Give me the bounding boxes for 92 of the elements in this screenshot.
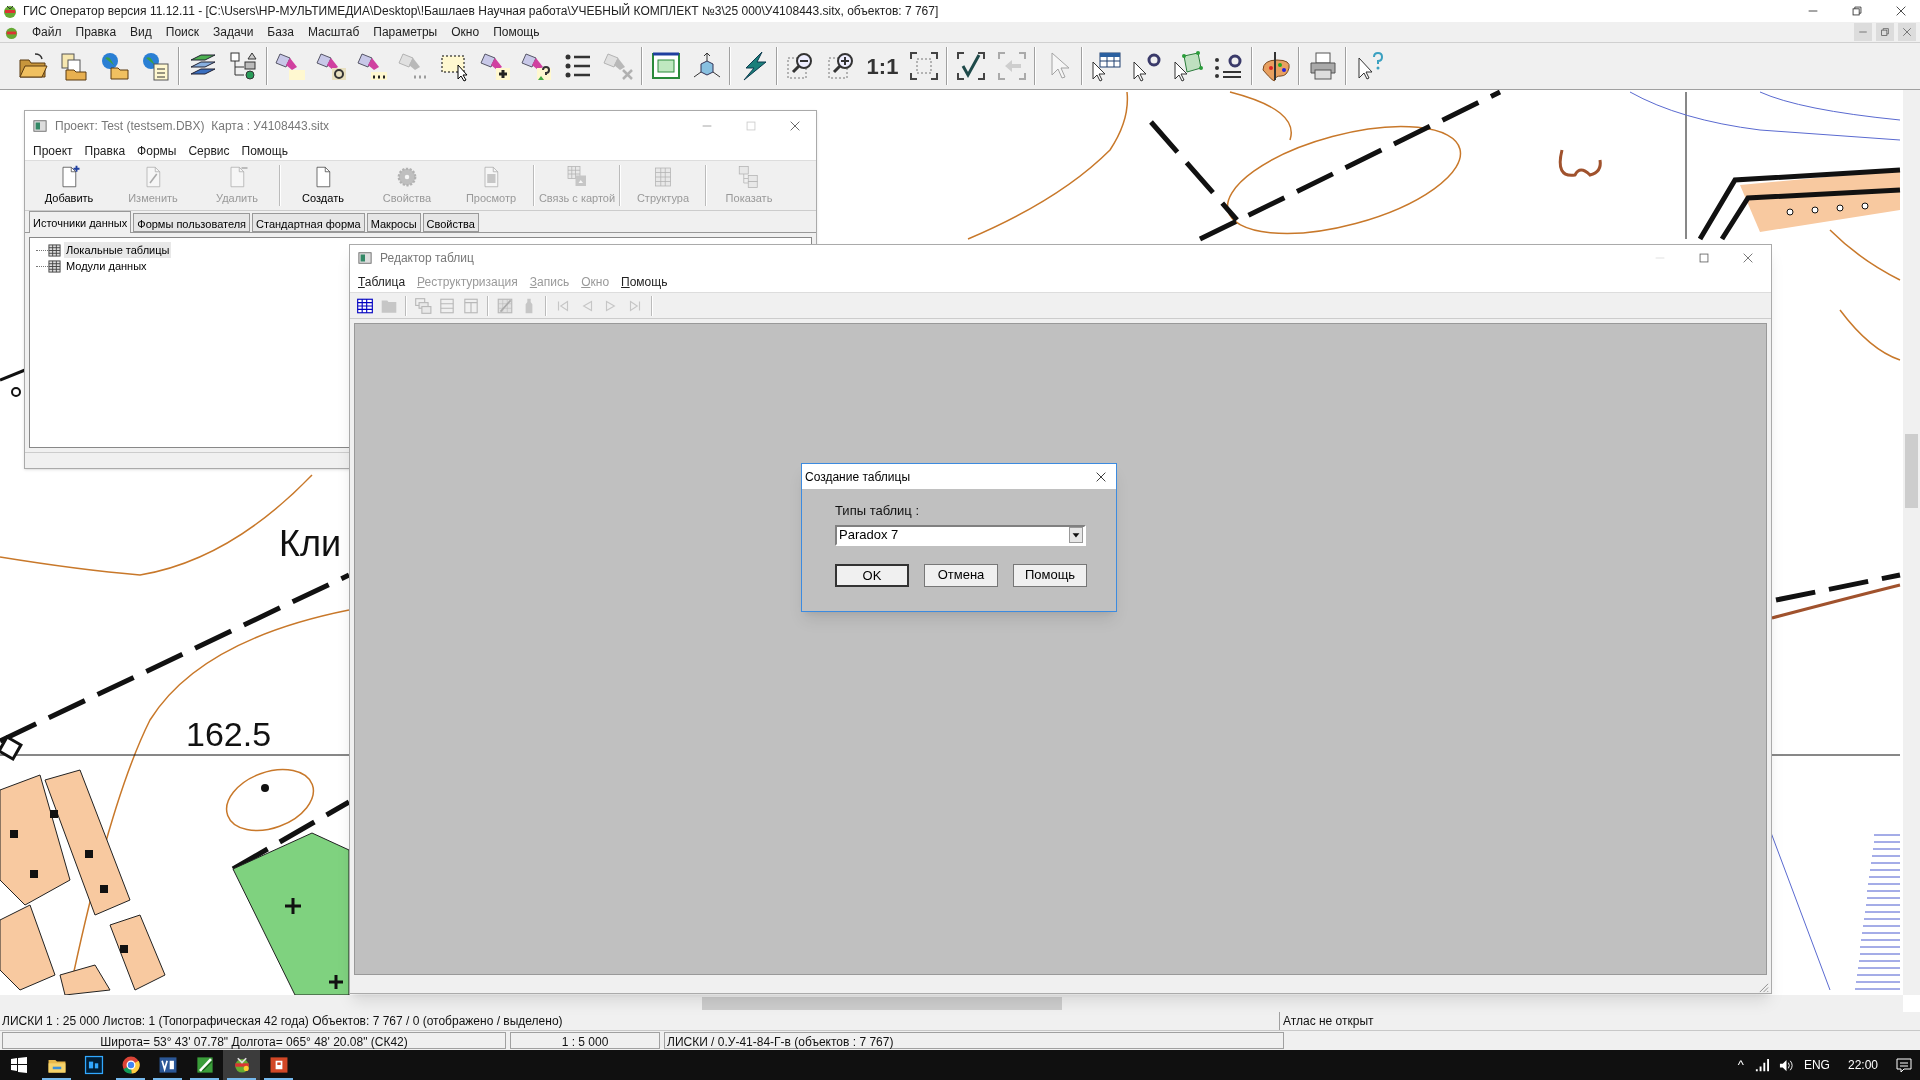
flashlight-icon[interactable] [315,50,348,82]
menu-item[interactable]: Окно [444,23,487,41]
dialog-button[interactable]: Отмена [924,563,998,587]
field-label: Типы таблиц : [835,502,921,520]
window-icon [358,251,372,265]
tab[interactable]: Стандартная форма [252,213,365,232]
palette-icon[interactable] [1259,50,1292,82]
window-title: Редактор таблиц [380,250,474,267]
contour-line [1839,309,1901,361]
map-point [1861,202,1869,210]
fit-icon[interactable] [907,50,940,82]
vertical-scrollbar[interactable] [1903,90,1920,995]
menu-item[interactable]: Правка [68,23,124,41]
menu-item[interactable]: Сервис [182,141,236,160]
start-icon[interactable] [11,1057,27,1073]
tab[interactable]: Формы пользователя [133,213,251,232]
polygon-icon[interactable] [1171,50,1204,82]
menu-item[interactable]: Правка [78,141,132,160]
menu-item[interactable]: База [260,23,301,41]
contour-line [1829,229,1901,281]
menu-item[interactable]: Формы [131,141,183,160]
menu-item[interactable]: Помощь [486,23,547,41]
status-text: Атлас не открыт [1282,1013,1374,1030]
map-point [1836,204,1844,212]
notification-icon[interactable] [1896,1057,1912,1073]
tree-item[interactable]: Модули данных [64,257,149,275]
map-point [1811,206,1819,214]
speaker-icon[interactable] [1778,1057,1794,1073]
close-icon[interactable] [788,119,802,133]
window-title: ГИС Оператор версия 11.12.11 - [C:\Users\HP-МУЛЬТИМЕДИА\Desktop\!Башлаев Научная работа\УЧЕБНЫЙ КОМПЛЕКТ №3\25 000\У4108443.sitx, объектов: 7 767] [23,2,939,20]
language-indicator[interactable]: ENG [1803,1056,1830,1074]
menu-item[interactable]: Поиск [158,23,207,41]
map-point [261,784,269,792]
tree-item[interactable]: Локальные таблицы [64,241,172,259]
scale-text: 1 : 5 000 [510,1032,660,1049]
map-label: 162.5 [186,715,272,753]
tab[interactable]: Макросы [366,213,421,232]
status-text: ЛИСКИ 1 : 25 000 Листов: 1 (Топографическая 42 года) Объектов: 7 767 / 0 (отображено / выделено) [0,1012,1280,1030]
actual-scale-button[interactable]: 1:1 [862,46,903,86]
menu-item[interactable]: Таблица [352,272,412,291]
cross-mark [283,896,303,916]
flashlight-icon[interactable] [520,50,553,82]
toolbar-button[interactable]: Создать [281,161,365,210]
close-icon[interactable] [1894,4,1908,18]
dialog-button[interactable]: Помощь [1013,563,1087,587]
dialog-button[interactable]: OK [835,563,909,587]
restore-icon[interactable] [1876,23,1894,41]
map-point [85,850,93,858]
map-point [120,945,128,953]
taskbar-button[interactable] [223,1050,260,1080]
map-point [10,830,18,838]
clock[interactable]: 22:00 [1847,1056,1878,1074]
table-icon [48,243,61,257]
menu-item[interactable]: Проект [27,141,79,160]
menu-item[interactable]: Масштаб [300,23,367,41]
window-icon [33,119,47,133]
table-icon[interactable] [1089,50,1122,82]
dialog-title: Создание таблицы [805,468,911,486]
signal-icon[interactable] [1753,1057,1769,1073]
map-point [100,885,108,893]
map-symbol [1558,149,1602,177]
tab[interactable]: Источники данных [29,211,132,233]
check-icon[interactable] [954,50,987,82]
restore-icon[interactable] [1850,4,1864,18]
app-icon [82,1054,105,1076]
map-label: Кли [279,523,342,564]
table-icon[interactable] [356,296,374,315]
table-type-dropdown[interactable]: Paradox 7 [835,524,1086,546]
map-point [50,810,58,818]
cross-mark [327,973,345,991]
table-icon [48,259,61,273]
map-point [30,870,38,878]
map-point [11,387,21,397]
tray-chevron[interactable]: ^ [1737,1055,1744,1075]
sheet-text: ЛИСКИ / 0.У-41-84-Г-в (объектов : 7 767) [664,1032,1284,1049]
app-icon [2,3,18,19]
horizontal-scrollbar[interactable] [0,995,1903,1012]
window-title: Проект: Test (testsem.DBX) Карта : У4108443.sitx [55,118,329,135]
coordinates-text: Широта= 53° 43' 07.78" Долгота= 065° 48' 20.08" (СК42) [2,1032,506,1049]
menu-item[interactable]: Помощь [615,272,674,291]
menu-item[interactable]: Вид [123,23,159,41]
map-point [1786,208,1794,216]
resize-grip-icon[interactable] [1758,982,1769,993]
menu-item[interactable]: Файл [25,23,69,41]
toolbar-button[interactable]: Добавить [27,161,111,210]
flashlight-icon[interactable] [479,50,512,82]
tab[interactable]: Свойства [422,213,479,232]
menu-item[interactable]: Задачи [206,23,261,41]
frame-icon[interactable] [649,50,682,82]
menu-item[interactable]: Параметры [366,23,445,41]
hierarchy-icon[interactable] [227,50,260,82]
menu-item[interactable]: Помощь [235,141,294,160]
